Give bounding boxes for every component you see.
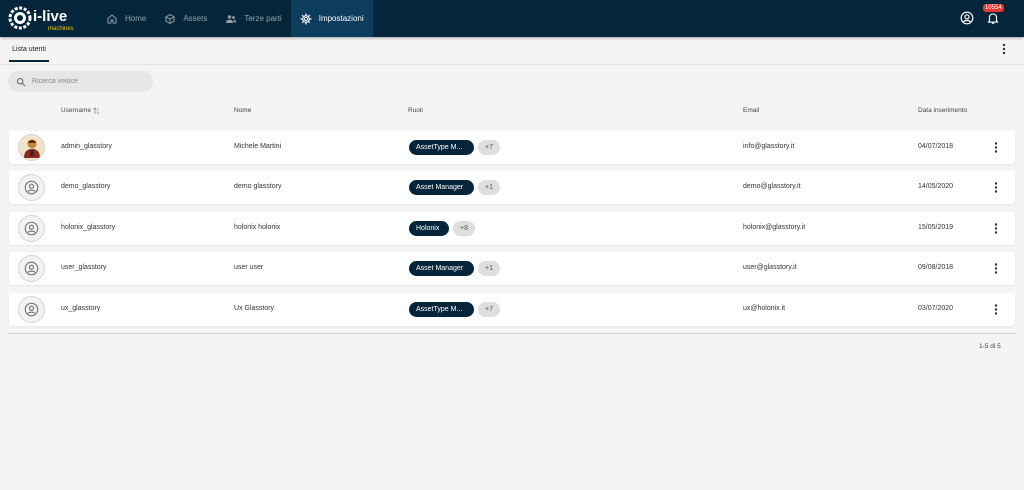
column-header-ruoli[interactable]: Ruoli <box>408 107 423 114</box>
more-roles-chip[interactable]: +8 <box>453 221 475 236</box>
user-avatar-placeholder <box>18 296 45 323</box>
main-nav: Home Assets Terze parti Impostazioni <box>97 0 373 37</box>
cell-email: info@glasstory.it <box>743 143 795 150</box>
nav-impostazioni-label: Impostazioni <box>318 14 364 23</box>
row-menu-icon[interactable] <box>991 262 1001 275</box>
row-menu-icon[interactable] <box>991 303 1001 316</box>
cell-name: Michele Martini <box>234 143 282 150</box>
table-bottom-divider <box>9 333 1015 334</box>
user-avatar-photo <box>18 134 45 161</box>
search-icon <box>16 77 26 86</box>
search-input[interactable] <box>32 78 142 85</box>
cell-name: user user <box>234 264 264 271</box>
more-vertical-icon[interactable] <box>999 43 1009 55</box>
table-row[interactable]: admin_glasstory Michele Martini AssetTyp… <box>9 131 1015 164</box>
people-icon <box>226 14 237 23</box>
cell-date: 15/05/2019 <box>918 224 954 231</box>
nav-terze-parti-label: Terze parti <box>244 14 282 23</box>
role-chip[interactable]: AssetType M... <box>409 302 474 317</box>
more-roles-chip[interactable]: +1 <box>478 261 500 276</box>
table-row[interactable]: holonix_glasstory holonix holonix Holoni… <box>9 212 1015 245</box>
column-header-username[interactable]: Username <box>61 107 91 114</box>
cell-name: demo glasstory <box>234 183 282 190</box>
user-avatar-placeholder <box>18 215 45 242</box>
table-row[interactable]: user_glasstory user user Asset Manager +… <box>9 252 1015 285</box>
header-divider <box>0 64 1024 65</box>
row-menu-icon[interactable] <box>991 141 1001 154</box>
quick-search[interactable] <box>8 71 153 92</box>
account-circle-icon <box>24 221 39 236</box>
nav-home-label: Home <box>125 14 147 23</box>
top-app-bar: i-live machines Home Assets Terze parti … <box>0 0 1024 37</box>
cell-date: 04/07/2018 <box>918 143 954 150</box>
logo-text: i-live <box>33 8 67 25</box>
cell-name: holonix holonix <box>234 224 281 231</box>
nav-terze-parti[interactable]: Terze parti <box>216 0 290 37</box>
account-circle-icon[interactable] <box>960 11 974 25</box>
cell-date: 09/08/2018 <box>918 264 954 271</box>
cube-icon <box>165 13 175 24</box>
cell-date: 14/05/2020 <box>918 183 954 190</box>
person-photo-icon <box>23 139 40 158</box>
cell-username: user_glasstory <box>61 264 107 271</box>
more-roles-chip[interactable]: +7 <box>478 302 500 317</box>
tab-active-indicator <box>9 60 49 62</box>
role-chip[interactable]: AssetType M... <box>409 140 474 155</box>
sort-icon[interactable] <box>93 107 100 115</box>
row-menu-icon[interactable] <box>991 222 1001 235</box>
cell-username: ux_glasstory <box>61 305 101 312</box>
nav-impostazioni[interactable]: Impostazioni <box>290 0 373 37</box>
table-row[interactable]: demo_glasstory demo glasstory Asset Mana… <box>9 171 1015 204</box>
role-chip[interactable]: Asset Manager <box>409 180 474 195</box>
cell-date: 03/07/2020 <box>918 305 954 312</box>
nav-home[interactable]: Home <box>97 0 155 37</box>
nav-assets-label: Assets <box>183 14 208 23</box>
column-header-email[interactable]: Email <box>743 107 759 114</box>
cell-username: holonix_glasstory <box>61 224 116 231</box>
cell-email: ux@holonix.it <box>743 305 786 312</box>
subheader: Lista utenti <box>0 37 1024 63</box>
tab-lista-utenti[interactable]: Lista utenti <box>9 37 49 62</box>
user-avatar-placeholder <box>18 174 45 201</box>
account-circle-icon <box>24 261 39 276</box>
account-circle-icon <box>24 180 39 195</box>
more-roles-chip[interactable]: +1 <box>478 180 500 195</box>
gear-icon <box>300 12 312 25</box>
nav-assets[interactable]: Assets <box>155 0 216 37</box>
cell-username: admin_glasstory <box>61 143 112 150</box>
cell-email: demo@glasstory.it <box>743 183 801 190</box>
cell-username: demo_glasstory <box>61 183 111 190</box>
role-chip[interactable]: Asset Manager <box>409 261 474 276</box>
home-icon <box>107 13 117 23</box>
cell-email: holonix@glasstory.it <box>743 224 806 231</box>
logo-subtext: machines <box>48 26 74 32</box>
cell-name: Ux Glasstory <box>234 305 275 312</box>
bell-icon[interactable] <box>986 11 1000 25</box>
ilive-logo[interactable]: i-live machines <box>8 4 94 33</box>
row-menu-icon[interactable] <box>991 181 1001 194</box>
column-header-nome[interactable]: Nome <box>234 107 251 114</box>
table-row[interactable]: ux_glasstory Ux Glasstory AssetType M...… <box>9 293 1015 326</box>
role-chip[interactable]: Holonix <box>409 221 449 236</box>
notification-badge: 10554 <box>983 4 1004 12</box>
more-roles-chip[interactable]: +7 <box>478 140 500 155</box>
column-header-data[interactable]: Data inserimento <box>918 107 967 114</box>
account-circle-icon <box>24 302 39 317</box>
pagination-label: 1-5 di 5 <box>979 343 1001 350</box>
cell-email: user@glasstory.it <box>743 264 797 271</box>
user-avatar-placeholder <box>18 255 45 282</box>
